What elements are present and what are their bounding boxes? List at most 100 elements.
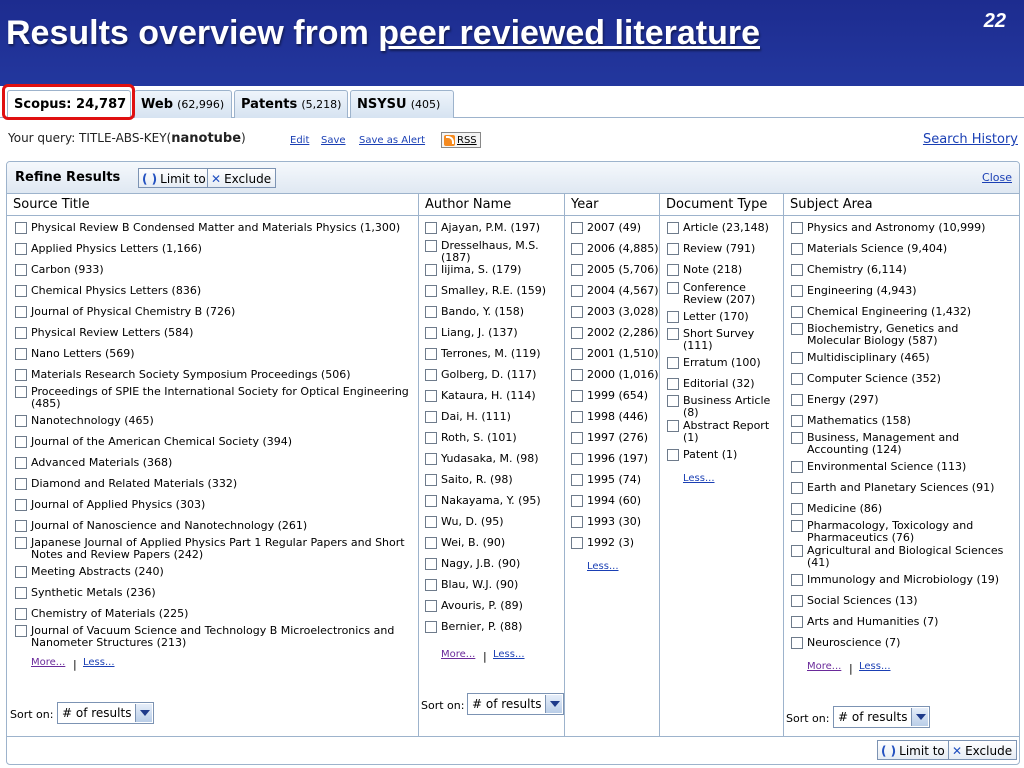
limit-to-button[interactable]: ( ) Limit to — [138, 168, 211, 188]
subject-facet-item[interactable]: Immunology and Microbiology (19) — [791, 574, 1013, 586]
checkbox[interactable] — [15, 348, 27, 360]
checkbox[interactable] — [15, 243, 27, 255]
year-facet-item[interactable]: 2004 (4,567) — [571, 285, 663, 297]
checkbox[interactable] — [425, 369, 437, 381]
author-sort-select[interactable]: # of results — [467, 693, 565, 715]
author-facet-item[interactable]: Wei, B. (90) — [425, 537, 561, 549]
source-facet-item[interactable]: Carbon (933) — [15, 264, 415, 276]
checkbox[interactable] — [425, 285, 437, 297]
year-facet-item[interactable]: 1992 (3) — [571, 537, 663, 549]
author-facet-item[interactable]: Terrones, M. (119) — [425, 348, 561, 360]
checkbox[interactable] — [425, 516, 437, 528]
source-more-link[interactable]: More... — [31, 657, 65, 668]
subject-facet-item[interactable]: Multidisciplinary (465) — [791, 352, 1013, 364]
checkbox[interactable] — [15, 566, 27, 578]
author-facet-item[interactable]: Ajayan, P.M. (197) — [425, 222, 561, 234]
source-facet-item[interactable]: Diamond and Related Materials (332) — [15, 478, 415, 490]
checkbox[interactable] — [15, 222, 27, 234]
year-facet-item[interactable]: 2002 (2,286) — [571, 327, 663, 339]
checkbox[interactable] — [791, 394, 803, 406]
subject-facet-item[interactable]: Biochemistry, Genetics and Molecular Bio… — [791, 323, 1013, 346]
checkbox[interactable] — [425, 411, 437, 423]
source-facet-item[interactable]: Physical Review Letters (584) — [15, 327, 415, 339]
checkbox[interactable] — [571, 222, 583, 234]
subject-facet-item[interactable]: Environmental Science (113) — [791, 461, 1013, 473]
checkbox[interactable] — [791, 574, 803, 586]
checkbox[interactable] — [667, 378, 679, 390]
checkbox[interactable] — [791, 595, 803, 607]
close-link[interactable]: Close — [982, 171, 1012, 184]
checkbox[interactable] — [425, 390, 437, 402]
year-facet-item[interactable]: 2001 (1,510) — [571, 348, 663, 360]
checkbox[interactable] — [425, 240, 437, 252]
tab-patents[interactable]: Patents (5,218) — [234, 90, 348, 118]
checkbox[interactable] — [571, 285, 583, 297]
doctype-facet-item[interactable]: Patent (1) — [667, 449, 779, 461]
checkbox[interactable] — [425, 222, 437, 234]
year-facet-item[interactable]: 2006 (4,885) — [571, 243, 663, 255]
checkbox[interactable] — [425, 264, 437, 276]
subject-facet-item[interactable]: Business, Management and Accounting (124… — [791, 432, 1013, 455]
checkbox[interactable] — [15, 537, 27, 549]
doctype-facet-item[interactable]: Editorial (32) — [667, 378, 779, 390]
source-facet-item[interactable]: Journal of Physical Chemistry B (726) — [15, 306, 415, 318]
checkbox[interactable] — [425, 621, 437, 633]
checkbox[interactable] — [571, 495, 583, 507]
author-facet-item[interactable]: Bernier, P. (88) — [425, 621, 561, 633]
author-facet-item[interactable]: Iijima, S. (179) — [425, 264, 561, 276]
author-facet-item[interactable]: Smalley, R.E. (159) — [425, 285, 561, 297]
checkbox[interactable] — [15, 520, 27, 532]
checkbox[interactable] — [667, 357, 679, 369]
doctype-facet-item[interactable]: Letter (170) — [667, 311, 779, 323]
checkbox[interactable] — [425, 474, 437, 486]
year-facet-item[interactable]: 1998 (446) — [571, 411, 663, 423]
year-facet-item[interactable]: 1995 (74) — [571, 474, 663, 486]
checkbox[interactable] — [791, 285, 803, 297]
source-facet-item[interactable]: Journal of Vacuum Science and Technology… — [15, 625, 415, 648]
checkbox[interactable] — [667, 328, 679, 340]
checkbox[interactable] — [15, 386, 27, 398]
checkbox[interactable] — [571, 453, 583, 465]
checkbox[interactable] — [15, 415, 27, 427]
year-facet-item[interactable]: 2007 (49) — [571, 222, 663, 234]
checkbox[interactable] — [667, 311, 679, 323]
doctype-facet-item[interactable]: Short Survey (111) — [667, 328, 779, 351]
checkbox[interactable] — [15, 306, 27, 318]
year-less-link[interactable]: Less... — [587, 561, 619, 572]
subject-facet-item[interactable]: Energy (297) — [791, 394, 1013, 406]
checkbox[interactable] — [791, 415, 803, 427]
search-history-link[interactable]: Search History — [923, 132, 1018, 147]
save-as-alert-link[interactable]: Save as Alert — [359, 135, 425, 146]
author-facet-item[interactable]: Nagy, J.B. (90) — [425, 558, 561, 570]
checkbox[interactable] — [15, 608, 27, 620]
year-facet-item[interactable]: 2003 (3,028) — [571, 306, 663, 318]
source-facet-item[interactable]: Journal of Nanoscience and Nanotechnolog… — [15, 520, 415, 532]
tab-scopus[interactable]: Scopus: 24,787 — [7, 90, 131, 119]
source-facet-item[interactable]: Journal of Applied Physics (303) — [15, 499, 415, 511]
subject-sort-select[interactable]: # of results — [833, 706, 931, 728]
doctype-facet-item[interactable]: Business Article (8) — [667, 395, 779, 418]
checkbox[interactable] — [15, 457, 27, 469]
subject-less-link[interactable]: Less... — [859, 661, 891, 672]
checkbox[interactable] — [425, 495, 437, 507]
checkbox[interactable] — [667, 222, 679, 234]
subject-more-link[interactable]: More... — [807, 661, 841, 672]
year-facet-item[interactable]: 1993 (30) — [571, 516, 663, 528]
source-facet-item[interactable]: Journal of the American Chemical Society… — [15, 436, 415, 448]
subject-facet-item[interactable]: Social Sciences (13) — [791, 595, 1013, 607]
subject-facet-item[interactable]: Agricultural and Biological Sciences (41… — [791, 545, 1013, 568]
source-facet-item[interactable]: Physical Review B Condensed Matter and M… — [15, 222, 415, 234]
checkbox[interactable] — [425, 537, 437, 549]
checkbox[interactable] — [571, 306, 583, 318]
source-facet-item[interactable]: Nano Letters (569) — [15, 348, 415, 360]
checkbox[interactable] — [425, 453, 437, 465]
checkbox[interactable] — [15, 285, 27, 297]
source-facet-item[interactable]: Advanced Materials (368) — [15, 457, 415, 469]
checkbox[interactable] — [791, 432, 803, 444]
checkbox[interactable] — [571, 537, 583, 549]
author-facet-item[interactable]: Bando, Y. (158) — [425, 306, 561, 318]
checkbox[interactable] — [425, 600, 437, 612]
author-facet-item[interactable]: Yudasaka, M. (98) — [425, 453, 561, 465]
checkbox[interactable] — [571, 348, 583, 360]
checkbox[interactable] — [667, 449, 679, 461]
